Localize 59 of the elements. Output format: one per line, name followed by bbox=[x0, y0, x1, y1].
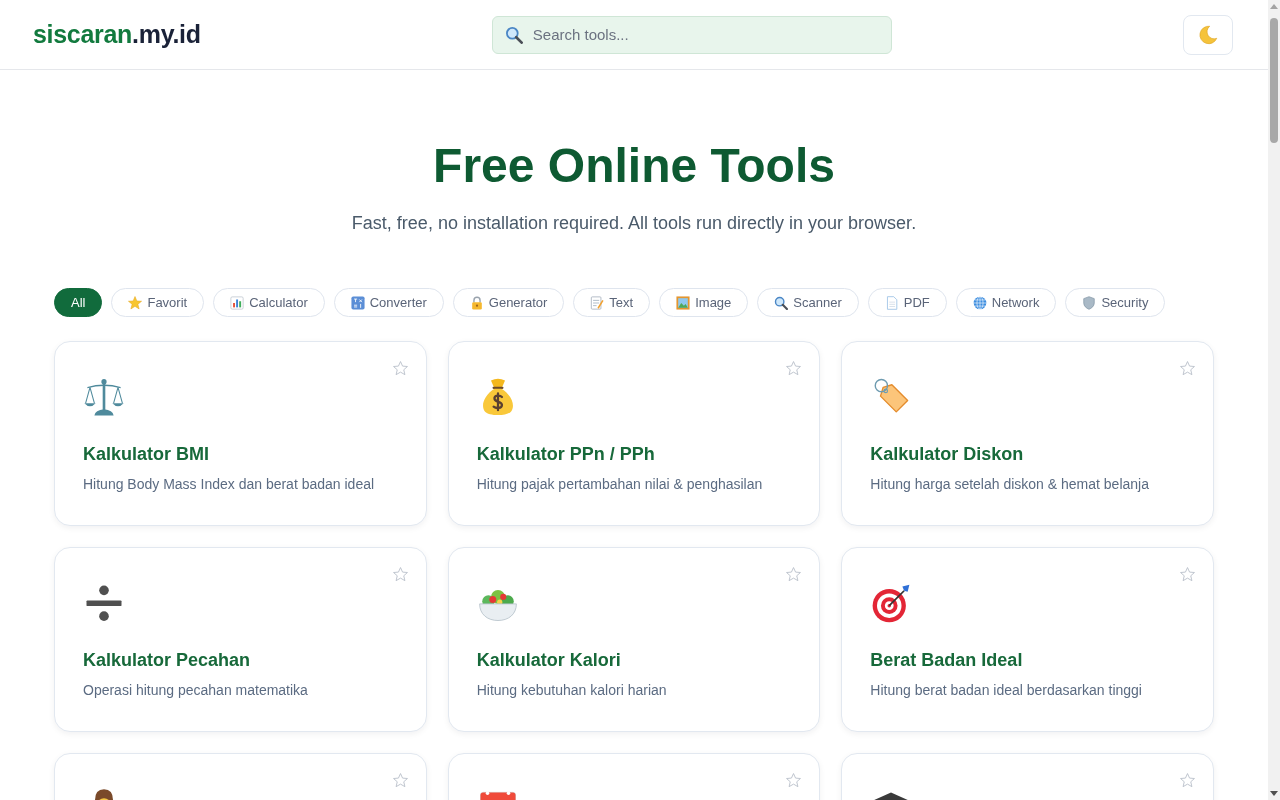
favorite-star-icon[interactable] bbox=[391, 566, 409, 583]
filter-chip[interactable]: Converter bbox=[333, 288, 444, 317]
framed-picture-icon bbox=[676, 295, 691, 310]
tool-description: Hitung harga setelah diskon & hemat belanja bbox=[870, 475, 1150, 494]
tool-description: Hitung berat badan ideal berdasarkan tinggi bbox=[870, 681, 1143, 700]
favorite-star-icon[interactable] bbox=[785, 360, 803, 377]
tool-card[interactable]: Berat Badan Ideal Hitung berat badan ideal berdasarkan tinggi bbox=[841, 547, 1214, 732]
tool-card[interactable]: Kalkulator Pecahan Operasi hitung pecahan matematika bbox=[54, 547, 427, 732]
filter-chip[interactable]: Network bbox=[955, 288, 1057, 317]
filter-chip[interactable]: Scanner bbox=[757, 288, 859, 317]
favorite-star-icon[interactable] bbox=[785, 772, 803, 789]
tool-card[interactable]: Kalkulator Kalori Hitung kebutuhan kalori harian bbox=[447, 547, 821, 732]
favorite-star-icon[interactable] bbox=[391, 360, 409, 377]
tool-title: Kalkulator BMI bbox=[83, 443, 211, 466]
scroll-up-arrow-icon[interactable] bbox=[1270, 4, 1278, 9]
filter-chip[interactable]: All bbox=[54, 288, 103, 317]
favorite-star-icon[interactable] bbox=[785, 566, 803, 583]
tool-title: Kalkulator PPn / PPh bbox=[476, 443, 656, 466]
symbols-icon bbox=[350, 295, 365, 310]
tool-description: Hitung Body Mass Index dan berat badan ideal bbox=[83, 475, 376, 494]
tool-card[interactable]: Kalkulator Diskon Hitung harga setelah diskon & hemat belanja bbox=[841, 341, 1214, 526]
magnifier-icon bbox=[774, 295, 789, 310]
memo-icon bbox=[590, 295, 605, 310]
scrollbar-thumb[interactable] bbox=[1270, 18, 1278, 143]
lock-icon bbox=[469, 295, 484, 310]
page-subtitle: Fast, free, no installation required. All tools run directly in your browser. bbox=[350, 212, 918, 235]
favorite-star-icon[interactable] bbox=[1179, 772, 1196, 789]
favorite-star-icon[interactable] bbox=[1179, 360, 1196, 377]
tool-description: Hitung kebutuhan kalori harian bbox=[476, 681, 668, 700]
search-field[interactable]: Search tools... bbox=[491, 15, 892, 54]
site-logo[interactable]: siscaran.my.id bbox=[33, 20, 201, 49]
filter-chip[interactable]: Image bbox=[659, 288, 749, 317]
tool-title: Kalkulator Pecahan bbox=[83, 649, 252, 672]
tool-card[interactable]: Kalkulator BMI Hitung Body Mass Index dan berat badan ideal bbox=[54, 341, 427, 526]
favorite-star-icon[interactable] bbox=[391, 772, 409, 789]
filter-chip[interactable]: PDF bbox=[867, 288, 947, 317]
filter-chip[interactable]: Text bbox=[573, 288, 651, 317]
filter-chip[interactable]: Favorit bbox=[111, 288, 205, 317]
tool-title: Kalkulator Kalori bbox=[476, 649, 622, 672]
scale-icon bbox=[83, 376, 125, 418]
tool-title: Berat Badan Ideal bbox=[870, 649, 1024, 672]
filter-chip[interactable]: Security bbox=[1065, 288, 1166, 317]
bar-chart-icon bbox=[230, 295, 245, 310]
filter-chip[interactable]: Generator bbox=[452, 288, 565, 317]
star-icon bbox=[128, 295, 143, 310]
search-icon bbox=[504, 25, 523, 44]
theme-toggle-button[interactable] bbox=[1183, 14, 1233, 55]
tool-title: Kalkulator Diskon bbox=[870, 443, 1025, 466]
page-title: Free Online Tools bbox=[432, 138, 836, 194]
tool-description: Operasi hitung pecahan matematika bbox=[83, 681, 309, 700]
tool-card[interactable]: Kalkulator PPn / PPh Hitung pajak pertambahan nilai & penghasilan bbox=[447, 341, 821, 526]
document-icon bbox=[884, 295, 899, 310]
globe-icon bbox=[972, 295, 987, 310]
tool-description: Hitung pajak pertambahan nilai & penghasilan bbox=[476, 475, 764, 494]
scroll-down-arrow-icon[interactable] bbox=[1270, 791, 1278, 796]
favorite-star-icon[interactable] bbox=[1179, 566, 1196, 583]
filter-chip[interactable]: Calculator bbox=[213, 288, 325, 317]
shield-icon bbox=[1082, 295, 1097, 310]
moon-icon bbox=[1198, 24, 1218, 45]
